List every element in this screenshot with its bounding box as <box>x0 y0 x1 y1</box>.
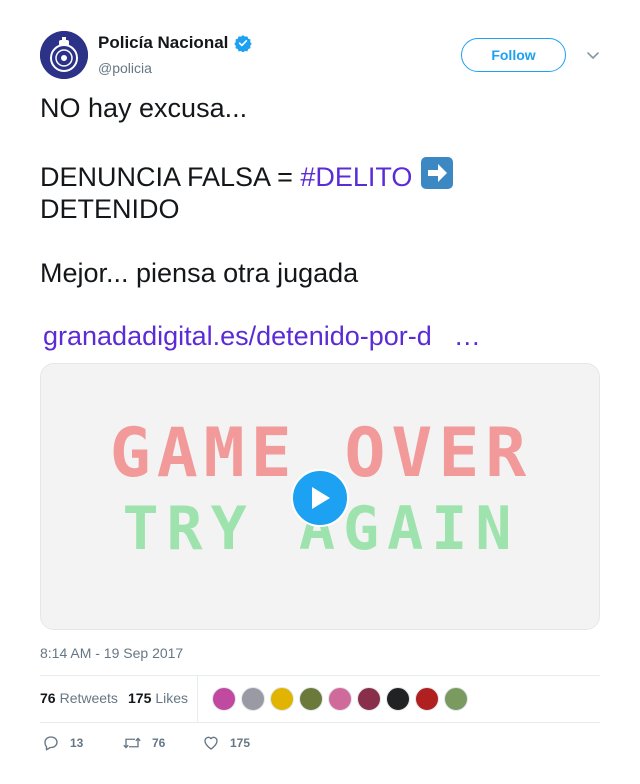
chevron-down-icon[interactable] <box>585 47 601 63</box>
liker-avatar[interactable] <box>270 687 294 711</box>
retweet-count: 76 <box>152 736 166 750</box>
tweet-line-2: DENUNCIA FALSA = #DELITO <box>40 156 600 193</box>
like-count: 175 <box>230 736 251 750</box>
retweet-icon <box>123 737 141 749</box>
divider <box>40 722 600 723</box>
retweets-label: Retweets <box>59 690 118 706</box>
likes-count: 175 <box>128 690 152 706</box>
liker-avatar[interactable] <box>212 687 236 711</box>
play-icon <box>312 487 330 509</box>
reply-icon <box>44 736 58 751</box>
tweet-stats: 76 Retweets 175 Likes <box>40 676 600 722</box>
reply-action[interactable]: 13 <box>42 734 83 752</box>
verified-badge-icon <box>234 35 253 52</box>
likes-stat[interactable]: 175 Likes <box>128 690 188 706</box>
likes-label: Likes <box>155 690 189 706</box>
tweet-line-4: Mejor... piensa otra jugada <box>40 258 359 288</box>
liker-avatars <box>212 687 473 711</box>
tweet-link[interactable]: granadadigital.es/detenido-por-d … <box>43 321 481 352</box>
liker-avatar[interactable] <box>444 687 468 711</box>
tweet-line-1: NO hay excusa... <box>40 93 248 123</box>
retweets-stat[interactable]: 76 Retweets <box>40 690 118 706</box>
tweet-line-3: DETENIDO <box>40 194 180 224</box>
author-handle[interactable]: @policia <box>98 60 152 76</box>
liker-avatar[interactable] <box>299 687 323 711</box>
link-ellipsis: … <box>453 321 481 351</box>
tweet-text: NO hay excusa... DENUNCIA FALSA = #DELIT… <box>40 92 600 289</box>
police-badge-icon <box>40 31 88 79</box>
right-arrow-emoji-icon <box>421 157 454 189</box>
like-action[interactable]: 175 <box>202 734 250 752</box>
author-name[interactable]: Policía Nacional <box>98 33 228 53</box>
liker-avatar[interactable] <box>415 687 439 711</box>
liker-avatar[interactable] <box>328 687 352 711</box>
stats-divider <box>197 676 198 722</box>
retweet-action[interactable]: 76 <box>122 734 165 752</box>
retweets-count: 76 <box>40 690 56 706</box>
reply-count: 13 <box>70 736 84 750</box>
liker-avatar[interactable] <box>241 687 265 711</box>
hashtag-link[interactable]: #DELITO <box>300 162 412 192</box>
tweet-link-text[interactable]: granadadigital.es/detenido-por-d <box>43 321 432 351</box>
video-card[interactable]: GAME OVER TRY AGAIN <box>40 363 600 630</box>
tweet-line-2-text: DENUNCIA FALSA = <box>40 162 301 192</box>
liker-avatar[interactable] <box>386 687 410 711</box>
tweet-actions: 13 76 175 <box>40 734 600 758</box>
play-button[interactable] <box>291 469 349 527</box>
tweet-header: Policía Nacional @policia Follow <box>40 31 600 81</box>
tweet-timestamp[interactable]: 8:14 AM - 19 Sep 2017 <box>40 645 183 661</box>
liker-avatar[interactable] <box>357 687 381 711</box>
author-name-row: Policía Nacional <box>98 33 253 53</box>
follow-button[interactable]: Follow <box>461 38 566 72</box>
author-avatar[interactable] <box>40 31 88 79</box>
heart-icon <box>204 736 218 750</box>
